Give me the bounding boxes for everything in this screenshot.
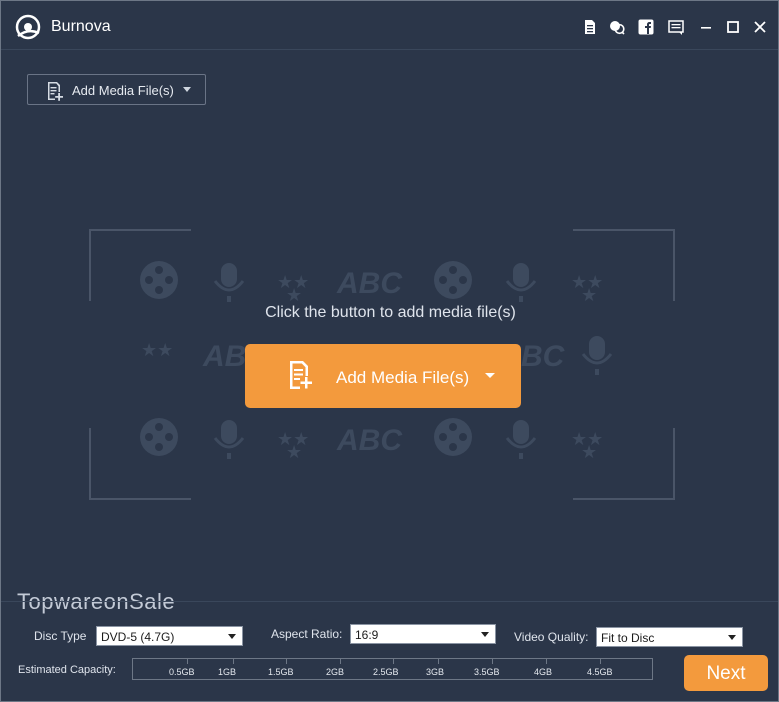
drop-area-corner	[89, 229, 191, 301]
chevron-down-icon	[228, 634, 236, 639]
aspect-ratio-select[interactable]: 16:9	[350, 624, 496, 644]
capacity-tick: 3GB	[426, 667, 445, 677]
disc-type-select[interactable]: DVD-5 (4.7G)	[96, 626, 243, 646]
aspect-ratio-value: 16:9	[355, 628, 379, 642]
brand-watermark: TopwareonSale	[17, 589, 176, 614]
tick-mark	[600, 659, 601, 664]
maximize-icon[interactable]	[725, 19, 741, 35]
tick-mark	[438, 659, 439, 664]
disc-type-label: Disc Type	[34, 629, 87, 643]
tick-mark	[286, 659, 287, 664]
feedback-icon[interactable]	[609, 19, 625, 35]
capacity-tick: 2GB	[326, 667, 345, 677]
tick-mark	[187, 659, 188, 664]
add-media-prompt: Click the button to add media file(s)	[265, 304, 516, 321]
video-quality-label: Video Quality:	[514, 630, 589, 644]
title-bar: Burnova	[1, 1, 778, 50]
disc-type-value: DVD-5 (4.7G)	[101, 630, 175, 644]
next-label: Next	[706, 663, 746, 684]
estimated-capacity-label: Estimated Capacity:	[18, 664, 116, 676]
chevron-down-icon	[728, 635, 736, 640]
add-media-main-label: Add Media File(s)	[336, 368, 470, 387]
app-window: Burnova Add Media File(s) ★★ ★ ABC ★★ ★ …	[0, 0, 779, 702]
capacity-tick: 3.5GB	[474, 667, 500, 677]
tick-mark	[233, 659, 234, 664]
capacity-tick: 4.5GB	[587, 667, 613, 677]
tick-mark	[492, 659, 493, 664]
app-title: Burnova	[51, 18, 111, 35]
drop-area-corner	[573, 229, 675, 301]
tick-mark	[340, 659, 341, 664]
document-icon[interactable]	[582, 19, 598, 35]
close-icon[interactable]	[752, 19, 768, 35]
drop-area-corner	[573, 428, 675, 500]
aspect-ratio-label: Aspect Ratio:	[271, 627, 343, 641]
capacity-tick: 2.5GB	[373, 667, 399, 677]
capacity-tick: 1GB	[218, 667, 237, 677]
video-quality-select[interactable]: Fit to Disc	[596, 627, 743, 647]
tick-mark	[546, 659, 547, 664]
minimize-icon[interactable]	[698, 19, 714, 35]
capacity-bar: 0.5GB 1GB 1.5GB 2GB 2.5GB 3GB 3.5GB 4GB …	[132, 658, 653, 680]
capacity-tick: 4GB	[534, 667, 553, 677]
burnova-logo-icon	[15, 14, 41, 40]
add-media-dropdown-button[interactable]: Add Media File(s)	[27, 74, 206, 105]
chevron-down-icon[interactable]	[485, 373, 495, 378]
tick-mark	[393, 659, 394, 664]
drop-area-corner	[89, 428, 191, 500]
divider	[1, 601, 778, 602]
add-file-icon	[290, 361, 312, 389]
add-media-main-button[interactable]: Add Media File(s)	[245, 344, 521, 408]
chevron-down-icon	[183, 87, 191, 92]
capacity-tick: 1.5GB	[268, 667, 294, 677]
capacity-tick: 0.5GB	[169, 667, 195, 677]
chevron-down-icon	[481, 632, 489, 637]
facebook-icon[interactable]	[638, 19, 654, 35]
add-file-icon	[48, 82, 63, 101]
add-media-label: Add Media File(s)	[72, 83, 174, 98]
menu-icon[interactable]	[668, 19, 684, 35]
video-quality-value: Fit to Disc	[601, 631, 655, 645]
next-button[interactable]: Next	[684, 655, 768, 691]
